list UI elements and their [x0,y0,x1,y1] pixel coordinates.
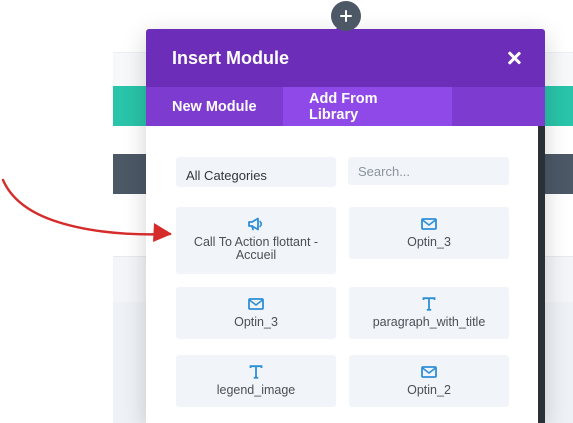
module-label: Optin_3 [234,315,278,329]
text-icon [249,364,263,380]
modal-scrollbar[interactable] [538,126,545,423]
library-module-card[interactable]: Call To Action flottant - Accueil [176,207,336,274]
plus-icon [340,10,352,22]
library-module-card[interactable]: Optin_3 [176,287,336,339]
envelope-icon [421,216,437,232]
module-label: Call To Action flottant - Accueil [193,235,319,262]
category-select[interactable]: All Categories [176,157,336,187]
library-module-card[interactable]: Optin_2 [349,355,509,407]
close-icon[interactable] [505,49,523,67]
envelope-icon [421,364,437,380]
library-module-card[interactable]: paragraph_with_title [349,287,509,339]
megaphone-icon [247,216,265,232]
insert-module-modal: Insert Module New Module Add From Librar… [146,29,545,423]
modal-header: Insert Module [146,29,545,87]
library-module-card[interactable]: Optin_3 [349,207,509,259]
module-label: legend_image [216,383,296,397]
module-label: Optin_2 [407,383,451,397]
add-module-button[interactable] [331,1,361,31]
search-input[interactable] [348,157,509,185]
modal-title: Insert Module [172,48,290,68]
envelope-icon [248,296,264,312]
modal-tabs: New Module Add From Library [146,87,545,126]
text-icon [422,296,436,312]
module-label: paragraph_with_title [372,315,486,329]
tab-new-module[interactable]: New Module [146,87,283,126]
tab-add-from-library[interactable]: Add From Library [283,87,452,126]
library-panel: All Categories Call To Action flottant -… [146,126,545,423]
module-label: Optin_3 [407,235,451,249]
library-module-card[interactable]: legend_image [176,355,336,407]
